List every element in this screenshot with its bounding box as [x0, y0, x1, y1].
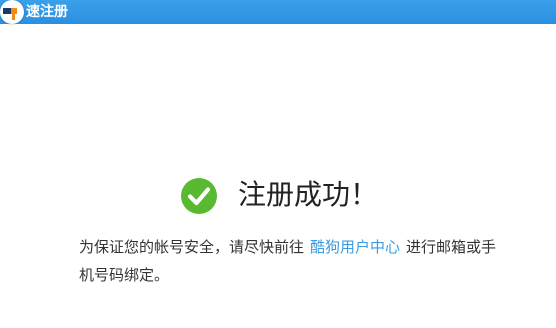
check-circle-icon — [181, 178, 217, 214]
kugou-logo-icon — [0, 0, 24, 24]
security-notice: 为保证您的帐号安全，请尽快前往 酷狗用户中心 进行邮箱或手机号码绑定。 — [79, 233, 499, 289]
success-title: 注册成功！ — [238, 178, 379, 211]
window-title: 速注册 — [26, 4, 68, 20]
user-center-link[interactable]: 酷狗用户中心 — [310, 238, 400, 256]
registration-window: 速注册 注册成功！ 为保证您的帐号安全，请尽快前往 酷狗用户中心 进行邮箱或手机号码… — [0, 0, 556, 328]
title-bar[interactable]: 速注册 — [0, 0, 556, 24]
notice-prefix: 为保证您的帐号安全，请尽快前往 — [79, 238, 305, 256]
